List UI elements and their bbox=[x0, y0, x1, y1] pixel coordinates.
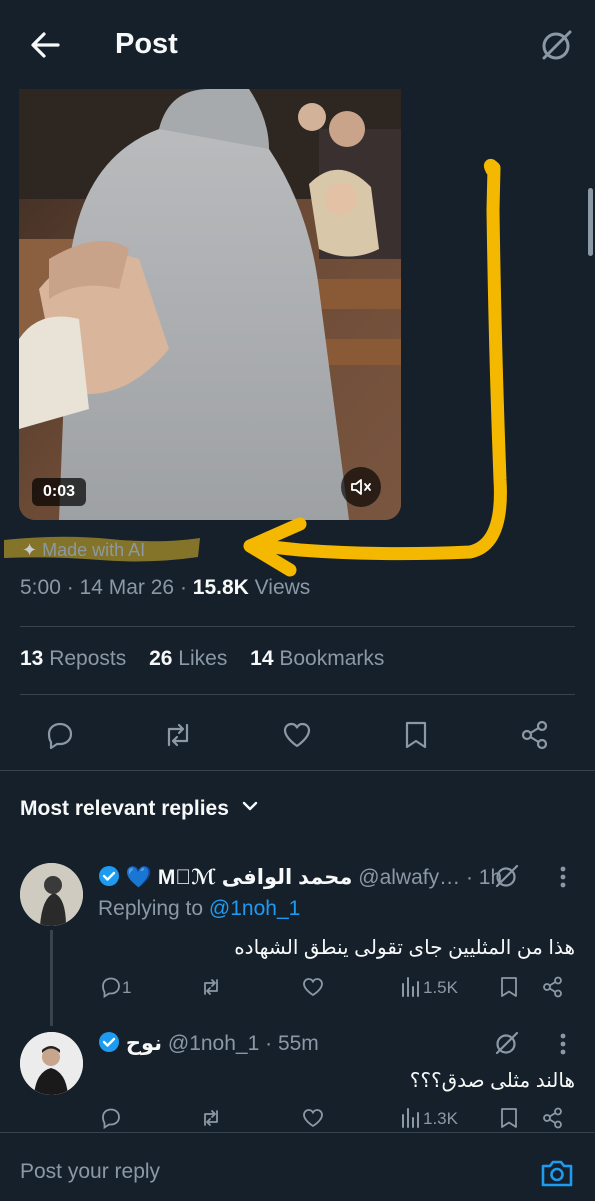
top-bar bbox=[0, 0, 595, 88]
reply-action-bar: 1.3K bbox=[98, 1105, 578, 1133]
repost-icon[interactable] bbox=[160, 717, 196, 753]
reply-input[interactable]: Post your reply bbox=[20, 1160, 160, 1184]
page-title: Post bbox=[115, 28, 178, 60]
reply-text: هذا من المثليين جاى تقولى ينطق الشهاده bbox=[234, 937, 575, 959]
made-with-ai-label: ✦ Made with AI bbox=[22, 540, 146, 560]
blue-heart-icon: 💙 bbox=[125, 866, 152, 889]
reply-time: · 55m bbox=[265, 1032, 319, 1055]
back-arrow-icon[interactable] bbox=[28, 28, 62, 62]
reply-author-handle[interactable]: @alwafy… bbox=[358, 866, 460, 889]
share-icon[interactable] bbox=[517, 717, 553, 753]
reply-icon[interactable] bbox=[98, 974, 124, 1005]
reply-author-name[interactable]: محمد الوافى M🏽ℳ bbox=[158, 866, 353, 889]
camera-icon[interactable] bbox=[538, 1155, 576, 1191]
replying-to: Replying to @1noh_1 bbox=[98, 897, 301, 920]
hand-drawn-arrow-annotation bbox=[4, 158, 507, 577]
avatar[interactable] bbox=[20, 1032, 83, 1095]
divider bbox=[20, 694, 575, 695]
verified-icon bbox=[98, 865, 120, 893]
more-options-icon[interactable] bbox=[552, 1031, 574, 1062]
reply-action-bar: 1 1.5K bbox=[98, 974, 578, 1002]
thread-line bbox=[50, 930, 53, 1026]
share-icon[interactable] bbox=[540, 974, 566, 1005]
chevron-down-icon bbox=[241, 797, 259, 821]
post-time: 5:00 bbox=[20, 576, 61, 599]
scrollbar[interactable] bbox=[588, 188, 593, 256]
replying-to-handle[interactable]: @1noh_1 bbox=[209, 897, 300, 920]
section-divider bbox=[0, 770, 595, 771]
verified-icon bbox=[98, 1031, 120, 1059]
bookmarks-stat[interactable]: 14 Bookmarks bbox=[250, 647, 384, 670]
views-count: 1.3K bbox=[423, 1109, 458, 1128]
grok-icon[interactable] bbox=[493, 862, 521, 895]
engagement-stats: 13 Reposts 26 Likes 14 Bookmarks bbox=[20, 647, 401, 671]
divider bbox=[20, 626, 575, 627]
sparkle-icon: ✦ bbox=[22, 540, 38, 560]
reply-header: نوح @1noh_1 · 55m bbox=[98, 1031, 478, 1059]
like-icon[interactable] bbox=[300, 974, 326, 1005]
avatar[interactable] bbox=[20, 863, 83, 926]
reposts-stat[interactable]: 13 Reposts bbox=[20, 647, 126, 670]
reply-header: 💙 محمد الوافى M🏽ℳ @alwafy… · 1h bbox=[98, 865, 538, 893]
like-icon[interactable] bbox=[279, 717, 315, 753]
replies-sort-dropdown[interactable]: Most relevant replies bbox=[20, 797, 259, 821]
bookmark-icon[interactable] bbox=[496, 974, 522, 1005]
reply-author-handle[interactable]: @1noh_1 bbox=[168, 1032, 259, 1055]
views-label: Views bbox=[254, 576, 311, 599]
reply-count: 1 bbox=[122, 978, 132, 997]
grok-icon[interactable] bbox=[538, 26, 576, 64]
views-count: 15.8K bbox=[192, 576, 249, 599]
post-meta: 5:00 · 14 Mar 26 · 15.8K Views bbox=[20, 576, 311, 599]
grok-icon[interactable] bbox=[493, 1029, 521, 1062]
views-count: 1.5K bbox=[423, 978, 458, 997]
reply-text: هالند مثلى صدق؟؟؟ bbox=[409, 1070, 575, 1092]
views-icon[interactable] bbox=[398, 974, 424, 1005]
more-options-icon[interactable] bbox=[552, 864, 574, 895]
bookmark-icon[interactable] bbox=[398, 717, 434, 753]
likes-stat[interactable]: 26 Likes bbox=[149, 647, 227, 670]
reply-icon[interactable] bbox=[42, 717, 78, 753]
reply-author-name[interactable]: نوح bbox=[126, 1032, 162, 1055]
repost-icon[interactable] bbox=[198, 974, 224, 1005]
post-date: 14 Mar 26 bbox=[79, 576, 175, 599]
